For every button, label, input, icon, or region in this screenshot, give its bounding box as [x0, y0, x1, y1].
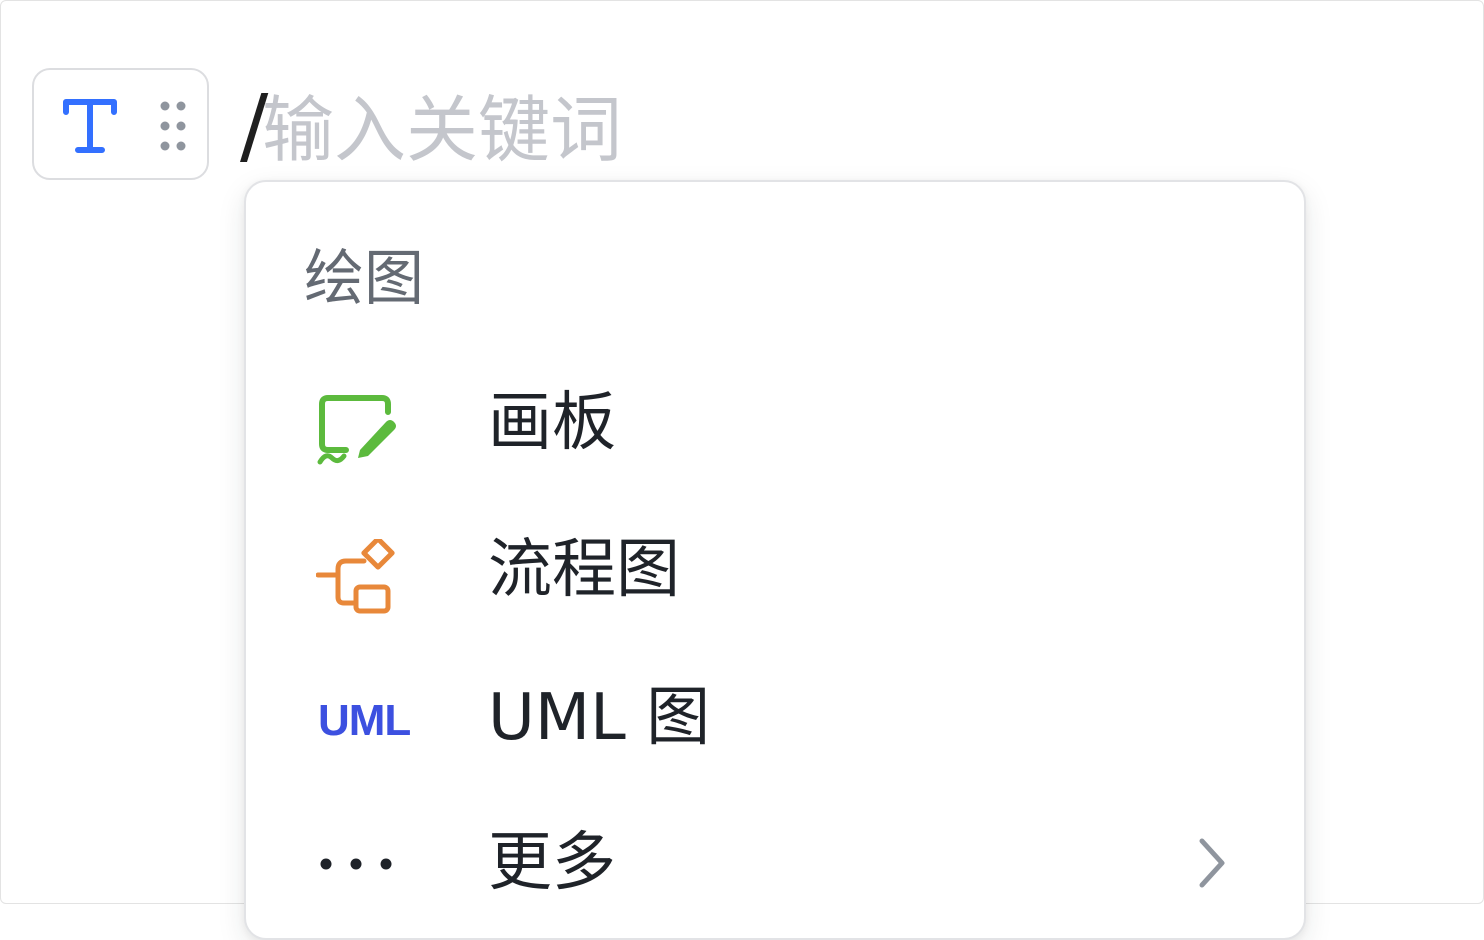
menu-item-label: 画板 — [488, 386, 616, 460]
menu-item-label: UML 图 — [488, 681, 711, 755]
menu-item-more[interactable]: 更多 — [246, 797, 1304, 927]
block-handle[interactable] — [32, 68, 209, 180]
flowchart-icon — [315, 536, 400, 614]
chevron-right-icon — [1194, 833, 1230, 897]
menu-group-title: 绘图 — [304, 244, 424, 314]
menu-item-whiteboard[interactable]: 画板 — [246, 357, 1304, 487]
menu-item-label: 流程图 — [488, 533, 680, 607]
uml-icon: UML — [318, 696, 411, 745]
whiteboard-icon — [316, 392, 400, 465]
slash-command-menu: 绘图 画板 流程图 UML UML 图 更多 — [244, 180, 1306, 940]
menu-item-uml[interactable]: UML UML 图 — [246, 652, 1304, 782]
text-type-icon[interactable] — [60, 96, 120, 160]
more-dots-icon — [316, 832, 400, 896]
search-input[interactable] — [262, 82, 862, 178]
menu-item-flowchart[interactable]: 流程图 — [246, 504, 1304, 634]
menu-item-label: 更多 — [488, 826, 616, 900]
drag-dots-icon[interactable] — [158, 100, 188, 156]
